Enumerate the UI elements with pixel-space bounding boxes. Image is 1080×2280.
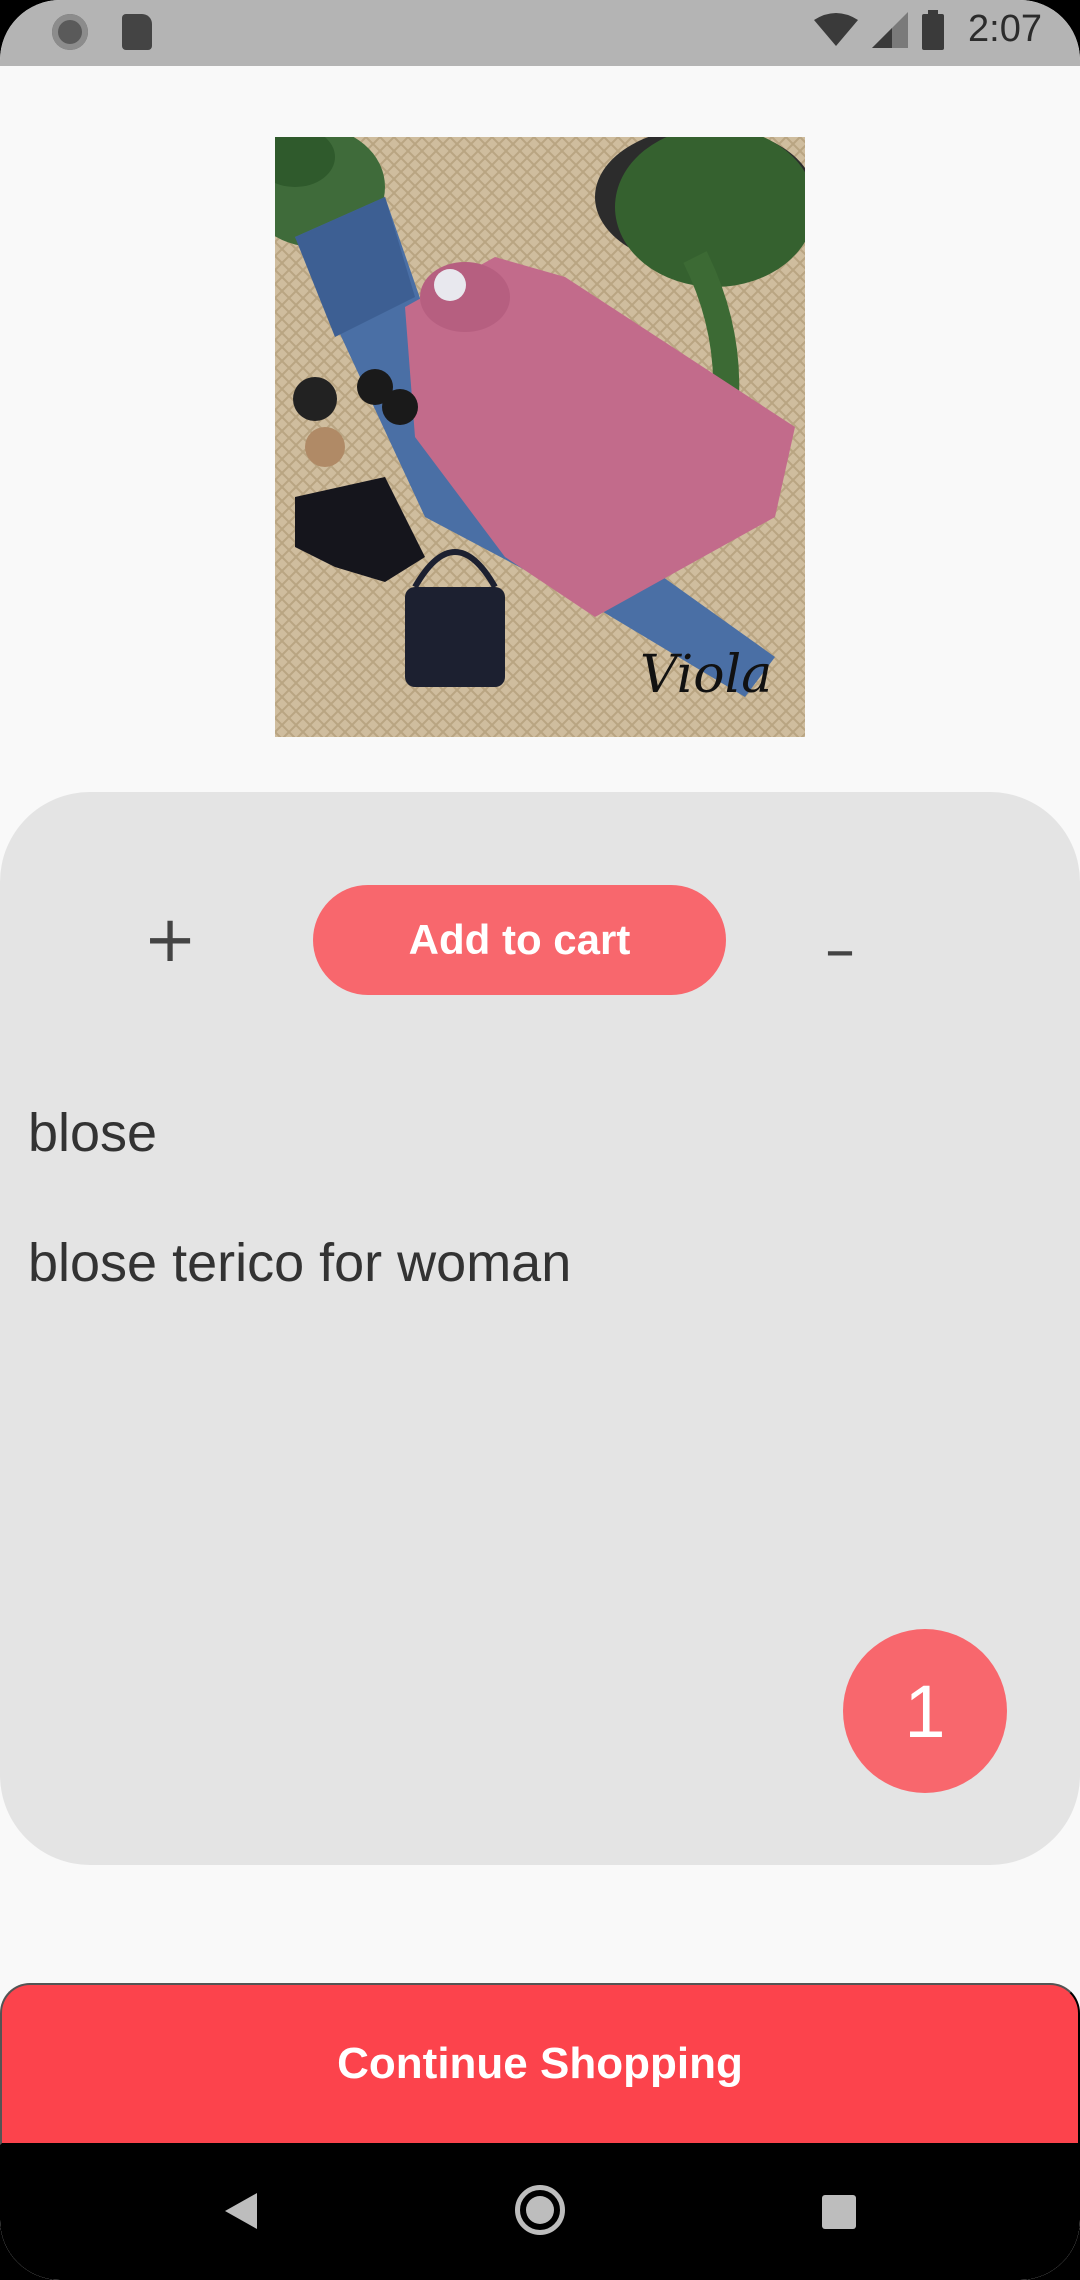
battery-icon bbox=[922, 9, 945, 50]
image-watermark: Viola bbox=[640, 645, 772, 705]
clock: 2:07 bbox=[968, 8, 1042, 50]
product-name: blose bbox=[28, 1103, 158, 1163]
continue-shopping-button[interactable]: Continue Shopping bbox=[0, 1983, 1080, 2145]
sync-icon bbox=[52, 14, 88, 50]
navigation-bar bbox=[0, 2145, 1080, 2280]
recents-icon[interactable] bbox=[822, 2195, 856, 2229]
wifi-icon bbox=[814, 12, 859, 46]
signal-icon bbox=[872, 11, 909, 48]
home-icon[interactable] bbox=[515, 2185, 565, 2235]
product-description: blose terico for woman bbox=[28, 1233, 572, 1293]
product-image: Viola bbox=[275, 137, 805, 737]
back-icon[interactable] bbox=[225, 2193, 257, 2229]
quantity-badge: 1 bbox=[843, 1629, 1007, 1793]
increase-quantity-button[interactable]: + bbox=[130, 900, 210, 980]
status-bar: 2:07 bbox=[0, 0, 1080, 66]
screen: 2:07 Viola + Add to cart – blose blose t… bbox=[0, 0, 1080, 2280]
add-to-cart-button[interactable]: Add to cart bbox=[313, 885, 726, 995]
product-details-card: + Add to cart – blose blose terico for w… bbox=[0, 792, 1080, 1865]
sd-card-icon bbox=[122, 14, 152, 50]
decrease-quantity-button[interactable]: – bbox=[800, 910, 880, 990]
